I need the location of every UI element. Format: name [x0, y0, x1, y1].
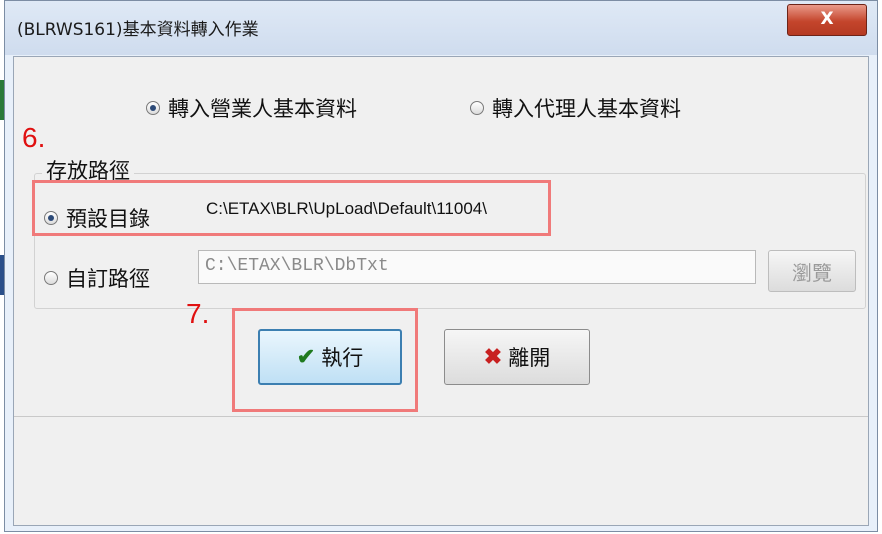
bottom-divider [14, 416, 868, 417]
close-window-button[interactable]: X [787, 4, 867, 36]
radio-custom-path[interactable]: 自訂路徑 [44, 263, 150, 293]
custom-path-input[interactable]: C:\ETAX\BLR\DbTxt [198, 250, 756, 284]
radio-label: 轉入代理人基本資料 [492, 97, 681, 121]
radio-import-business[interactable]: 轉入營業人基本資料 [146, 93, 357, 123]
title-bar[interactable]: (BLRWS161)基本資料轉入作業 X [5, 1, 877, 55]
radio-import-agent[interactable]: 轉入代理人基本資料 [470, 93, 681, 123]
browse-button[interactable]: 瀏覽 [768, 250, 856, 292]
radio-label: 轉入營業人基本資料 [168, 97, 357, 121]
radio-selected-icon [146, 101, 160, 115]
annotation-box-run-button [232, 308, 418, 412]
browse-label: 瀏覽 [792, 260, 832, 285]
exit-button[interactable]: ✖ 離開 [444, 329, 590, 385]
radio-label: 自訂路徑 [66, 267, 150, 291]
dialog-window: (BLRWS161)基本資料轉入作業 X 轉入營業人基本資料 轉入代理人基本資料… [4, 0, 878, 532]
annotation-box-default-path [32, 180, 551, 236]
x-icon: ✖ [483, 344, 503, 370]
close-icon: X [820, 9, 834, 29]
annotation-step-7: 7. [186, 298, 210, 329]
dialog-client-area: 轉入營業人基本資料 轉入代理人基本資料 存放路徑 預設目錄 C:\ETAX\BL… [13, 56, 869, 526]
window-title: (BLRWS161)基本資料轉入作業 [17, 20, 259, 40]
exit-label: 離開 [508, 346, 551, 370]
radio-unselected-icon [44, 271, 58, 285]
radio-unselected-icon [470, 101, 484, 115]
annotation-step-6: 6. [22, 122, 46, 153]
